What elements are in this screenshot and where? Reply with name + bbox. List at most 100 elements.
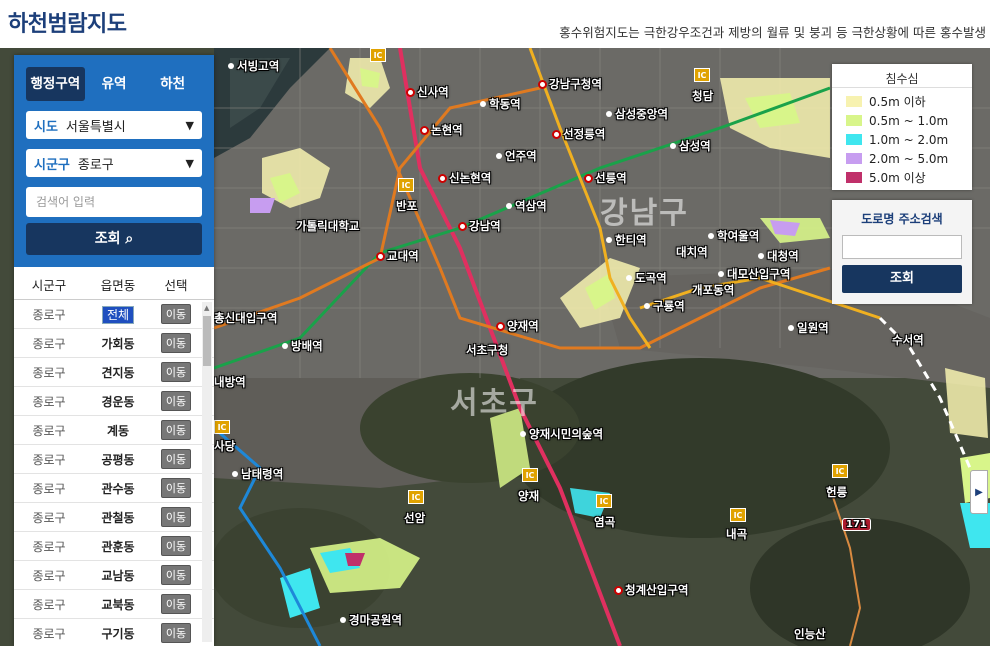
sigungu-select[interactable]: 시군구 종로구 ▼ — [26, 149, 202, 177]
road-search-button[interactable]: 조회 — [842, 265, 962, 293]
tab-admin-area[interactable]: 행정구역 — [26, 67, 85, 101]
col-dong: 읍면동 — [100, 278, 136, 293]
legend-swatch — [846, 115, 862, 126]
ic-marker: IC — [214, 420, 230, 434]
station-sinsa[interactable]: 신사역 — [406, 84, 449, 100]
station-chongshin[interactable]: 총신대입구역 — [214, 310, 277, 326]
table-row[interactable]: 종로구 교남동 이동 — [14, 561, 214, 590]
station-daemosan[interactable]: 대모산입구역 — [718, 266, 790, 282]
table-row[interactable]: 종로구 견지동 이동 — [14, 358, 214, 387]
legend-swatch — [846, 134, 862, 145]
row-dong: 경운동 — [84, 393, 152, 410]
station-hagyeoul[interactable]: 학여울역 — [708, 228, 759, 244]
place-banpo: 반포 — [396, 199, 418, 213]
station-yangjae[interactable]: 양재역 — [496, 318, 539, 334]
query-button[interactable]: 조회 ⌕ — [26, 223, 202, 255]
move-button[interactable]: 이동 — [160, 333, 192, 353]
station-gyeongma-park[interactable]: 경마공원역 — [340, 612, 402, 628]
row-dong-text: 관훈동 — [101, 539, 135, 554]
tab-basin[interactable]: 유역 — [85, 67, 144, 101]
move-button[interactable]: 이동 — [160, 623, 192, 643]
station-hanti[interactable]: 한티역 — [606, 232, 647, 248]
road-search-title: 도로명 주소검색 — [861, 212, 943, 226]
move-button[interactable]: 이동 — [160, 449, 192, 469]
table-row[interactable]: 종로구 관훈동 이동 — [14, 532, 214, 561]
row-action: 이동 — [152, 333, 200, 353]
ic-marker: IC — [522, 468, 538, 482]
station-daecheong[interactable]: 대청역 — [758, 248, 799, 264]
station-samseong-jungang[interactable]: 삼성중앙역 — [606, 106, 668, 122]
station-bangbae[interactable]: 방배역 — [282, 338, 323, 354]
move-button[interactable]: 이동 — [160, 420, 192, 440]
scroll-thumb[interactable] — [203, 316, 211, 366]
station-cheonggyesan[interactable]: 청계산입구역 — [614, 582, 688, 598]
move-button[interactable]: 이동 — [160, 536, 192, 556]
station-gangnam-gu-office[interactable]: 강남구청역 — [538, 76, 602, 92]
table-row[interactable]: 종로구 계동 이동 — [14, 416, 214, 445]
station-suseo[interactable]: 수서역 — [892, 332, 924, 348]
dong-list[interactable]: ▲ 종로구 전체 이동 종로구 가회동 이동 종로구 견지동 이동 종로구 경운동 이동 종로구 계동 이동… — [14, 300, 214, 646]
station-nonhyeon[interactable]: 논현역 — [420, 122, 463, 138]
station-samseong[interactable]: 삼성역 — [670, 138, 711, 154]
station-yeoksam[interactable]: 역삼역 — [506, 198, 547, 214]
place-yangjae: 양재 — [518, 489, 540, 503]
move-button[interactable]: 이동 — [160, 507, 192, 527]
station-gyodae[interactable]: 교대역 — [376, 248, 419, 264]
station-guryong[interactable]: 구룡역 — [644, 298, 685, 314]
row-dong: 공평동 — [84, 451, 152, 468]
table-row[interactable]: 종로구 가회동 이동 — [14, 329, 214, 358]
search-input[interactable] — [26, 187, 202, 217]
row-action: 이동 — [152, 304, 200, 324]
row-dong-text: 가회동 — [101, 336, 135, 351]
table-row[interactable]: 종로구 경운동 이동 — [14, 387, 214, 416]
move-button[interactable]: 이동 — [160, 362, 192, 382]
legend-label: 2.0m ~ 5.0m — [869, 151, 949, 166]
table-row[interactable]: 종로구 교북동 이동 — [14, 590, 214, 619]
station-daechi[interactable]: 대치역 — [676, 244, 708, 260]
station-yangjae-forest[interactable]: 양재시민의숲역 — [520, 426, 603, 442]
table-row[interactable]: 종로구 관철동 이동 — [14, 503, 214, 532]
row-dong-text: 교남동 — [101, 568, 135, 583]
station-gaepodong[interactable]: 개포동역 — [692, 282, 734, 298]
row-sigungu: 종로구 — [32, 597, 66, 612]
district-label-seocho: 서초구 — [450, 386, 539, 421]
move-button[interactable]: 이동 — [160, 565, 192, 585]
table-row[interactable]: 종로구 관수동 이동 — [14, 474, 214, 503]
row-dong: 관훈동 — [84, 538, 152, 555]
place-cheongdam: 청담 — [692, 89, 714, 103]
row-dong: 관수동 — [84, 480, 152, 497]
move-button[interactable]: 이동 — [160, 594, 192, 614]
station-seonjeongneung[interactable]: 선정릉역 — [552, 126, 605, 142]
station-naebang[interactable]: 내방역 — [214, 374, 246, 390]
legend-label: 5.0m 이상 — [869, 171, 926, 185]
legend-label: 0.5m ~ 1.0m — [869, 113, 949, 128]
list-scrollbar[interactable]: ▲ — [202, 302, 212, 642]
road-address-input[interactable] — [842, 235, 962, 259]
place-heonneung: 헌릉 — [826, 485, 848, 499]
sido-select[interactable]: 시도 서울특별시 ▼ — [26, 111, 202, 139]
row-sigungu: 종로구 — [32, 452, 66, 467]
move-button[interactable]: 이동 — [160, 304, 192, 324]
legend-label: 1.0m ~ 2.0m — [869, 132, 949, 147]
row-action: 이동 — [152, 565, 200, 585]
row-sigungu: 종로구 — [32, 539, 66, 554]
station-gangnam[interactable]: 강남역 — [458, 218, 501, 234]
station-seolleung[interactable]: 선릉역 — [584, 170, 627, 186]
row-action: 이동 — [152, 420, 200, 440]
place-seobinggo: 서빙고역 — [228, 58, 279, 74]
tab-river[interactable]: 하천 — [143, 67, 202, 101]
station-sinnonhyeon[interactable]: 신논현역 — [438, 170, 491, 186]
scroll-up-icon[interactable]: ▲ — [204, 304, 209, 312]
table-row[interactable]: 종로구 공평동 이동 — [14, 445, 214, 474]
place-inneungsan: 인능산 — [794, 627, 826, 641]
station-dogok[interactable]: 도곡역 — [626, 270, 667, 286]
table-row[interactable]: 종로구 구기동 이동 — [14, 619, 214, 646]
row-sigungu: 종로구 — [32, 336, 66, 351]
station-irwon[interactable]: 일원역 — [788, 320, 829, 336]
move-button[interactable]: 이동 — [160, 391, 192, 411]
table-row[interactable]: 종로구 전체 이동 — [14, 300, 214, 329]
station-namtaeryeong[interactable]: 남태령역 — [232, 466, 283, 482]
move-button[interactable]: 이동 — [160, 478, 192, 498]
chevron-down-icon: ▼ — [185, 156, 194, 170]
expand-panel-button[interactable]: ▶ — [970, 470, 988, 514]
